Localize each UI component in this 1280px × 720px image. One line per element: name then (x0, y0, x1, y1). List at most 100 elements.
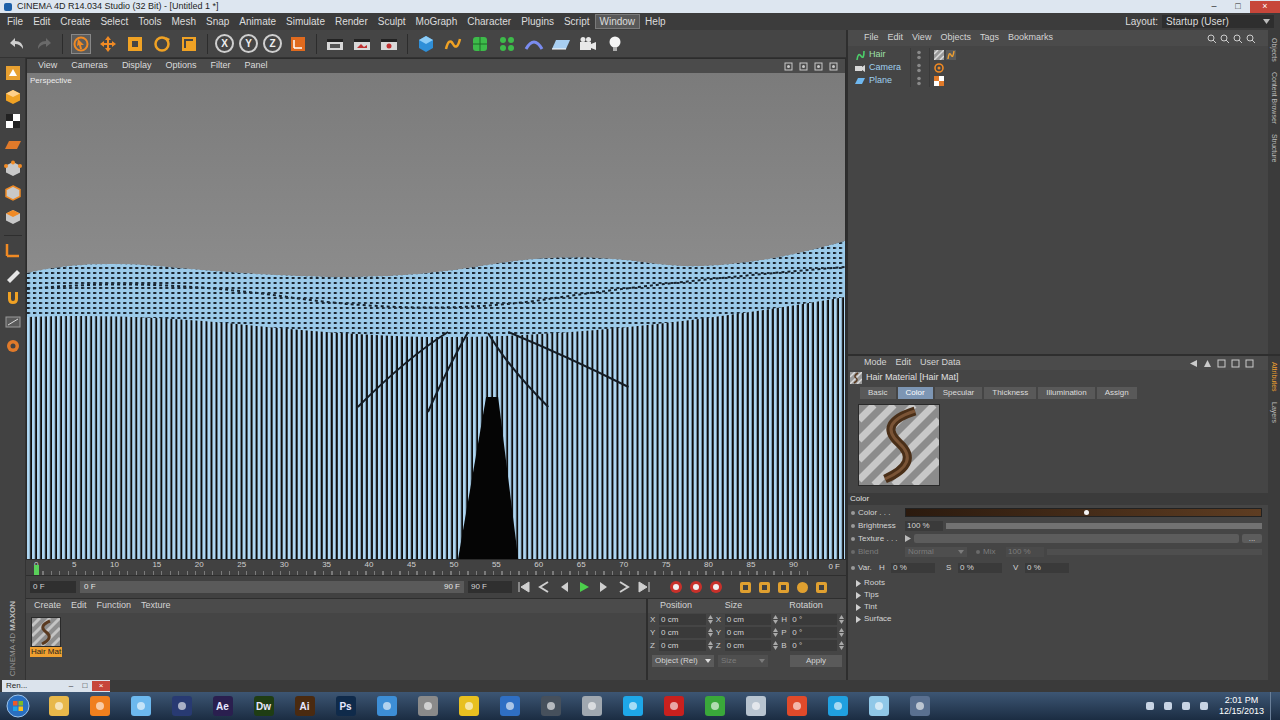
taskbar-app[interactable] (38, 696, 79, 716)
material-menu-item[interactable]: Function (93, 599, 136, 613)
previous-key-icon[interactable] (536, 580, 552, 594)
taskbar-app[interactable]: Dw (243, 696, 284, 716)
start-button[interactable] (6, 694, 30, 718)
taskbar-app[interactable] (161, 696, 202, 716)
light-icon[interactable] (604, 33, 626, 55)
viewport-menu-item[interactable]: Options (160, 59, 201, 73)
axis-lock-button[interactable]: Z (263, 34, 282, 53)
variation-value[interactable]: 0 % (1025, 563, 1069, 573)
next-frame-icon[interactable] (596, 580, 612, 594)
side-tab[interactable]: Attributes (1269, 362, 1279, 392)
snap-icon[interactable] (2, 287, 23, 308)
minimize-button[interactable]: – (64, 681, 78, 691)
object-row[interactable]: Camera (848, 61, 1268, 74)
points-mode-icon[interactable] (2, 158, 23, 179)
edges-mode-icon[interactable] (2, 182, 23, 203)
coordinate-value[interactable]: 0 cm (725, 627, 772, 638)
taskbar-app[interactable] (612, 696, 653, 716)
group-row[interactable]: Roots (848, 577, 1268, 589)
expand-arrow-icon[interactable] (856, 604, 861, 611)
app-icon[interactable] (582, 696, 602, 716)
menu-item[interactable]: Character (462, 14, 516, 29)
texture-browse-button[interactable]: ... (1242, 534, 1262, 543)
back-icon[interactable] (1187, 359, 1200, 368)
tray-arrow-icon[interactable] (1141, 700, 1159, 712)
go-to-start-icon[interactable] (516, 580, 532, 594)
object-name[interactable]: Hair (866, 48, 910, 62)
coordinate-field[interactable]: Z0 cm (650, 640, 713, 652)
app-icon[interactable]: Dw (254, 696, 274, 716)
group-row[interactable]: Tips (848, 589, 1268, 601)
app-icon[interactable] (828, 696, 848, 716)
app-icon[interactable]: Ai (295, 696, 315, 716)
autokey-icon[interactable] (688, 580, 704, 594)
app-icon[interactable] (664, 696, 684, 716)
menu-item[interactable]: File (2, 14, 28, 29)
attribute-tab[interactable]: Illumination (1038, 387, 1094, 399)
app-icon[interactable] (623, 696, 643, 716)
texture-menu-icon[interactable] (905, 535, 911, 542)
scale-key-icon[interactable] (757, 581, 772, 594)
object-row[interactable]: Plane (848, 74, 1268, 87)
taskbar-app[interactable] (776, 696, 817, 716)
coordinate-value[interactable]: 0 cm (659, 640, 706, 651)
color-gradient[interactable] (905, 508, 1262, 517)
app-icon[interactable] (90, 696, 110, 716)
coordinate-field[interactable]: Z0 cm (716, 640, 779, 652)
show-desktop-button[interactable] (1270, 692, 1280, 720)
coordinate-field[interactable]: P0 ° (781, 627, 844, 639)
planar-workplane-icon[interactable] (2, 335, 23, 356)
attribute-menu-item[interactable]: Edit (892, 356, 916, 370)
spline-pen-icon[interactable] (442, 33, 464, 55)
rotate-icon[interactable] (151, 33, 173, 55)
attribute-menu-item[interactable]: User Data (916, 356, 965, 370)
app-icon[interactable]: Ps (336, 696, 356, 716)
coordinate-field[interactable]: Y0 cm (650, 627, 713, 639)
taskbar-app[interactable] (79, 696, 120, 716)
taskbar-app[interactable] (858, 696, 899, 716)
expand-arrow-icon[interactable] (856, 580, 861, 587)
attribute-menu-item[interactable]: Mode (860, 356, 891, 370)
taskbar-app[interactable]: Ai (284, 696, 325, 716)
object-menu-item[interactable]: Objects (936, 31, 975, 45)
coordinate-field[interactable]: B0 ° (781, 640, 844, 652)
material-menu-item[interactable]: Edit (67, 599, 91, 613)
variation-value[interactable]: 0 % (958, 563, 1002, 573)
keyframe-selection-icon[interactable] (708, 580, 724, 594)
coordinate-value[interactable]: 0 cm (725, 614, 772, 625)
axis-lock-button[interactable]: X (215, 34, 234, 53)
up-icon[interactable] (1201, 359, 1214, 368)
coordinate-value[interactable]: 0 cm (725, 640, 772, 651)
parameter-key-icon[interactable] (795, 581, 810, 594)
move-icon[interactable] (97, 33, 119, 55)
taskbar-app[interactable]: Ae (202, 696, 243, 716)
range-slider[interactable]: 0 F90 F (80, 581, 464, 593)
brightness-value[interactable]: 100 % (905, 521, 943, 531)
coordinate-field[interactable]: X0 cm (716, 614, 779, 626)
variation-value[interactable]: 0 % (891, 563, 935, 573)
array-icon[interactable] (496, 33, 518, 55)
material-menu-item[interactable]: Texture (137, 599, 175, 613)
attribute-tab[interactable]: Thickness (984, 387, 1036, 399)
recent-tool-icon[interactable] (178, 33, 200, 55)
app-icon[interactable] (910, 696, 930, 716)
coordinate-value[interactable]: 0 cm (659, 614, 706, 625)
visibility-dots-icon[interactable] (915, 63, 923, 73)
spinner-icon[interactable] (773, 628, 778, 637)
group-row[interactable]: Surface (848, 613, 1268, 625)
brightness-slider[interactable] (946, 523, 1262, 529)
texture-mode-icon[interactable] (2, 110, 23, 131)
visibility-dots-icon[interactable] (915, 50, 923, 60)
camera-icon[interactable] (577, 33, 599, 55)
material-item[interactable]: Hair Mat (28, 617, 64, 657)
visibility-dots-icon[interactable] (915, 76, 923, 86)
new-manager-icon[interactable] (1243, 359, 1256, 368)
workplane-icon[interactable] (2, 134, 23, 155)
taskbar-app[interactable] (694, 696, 735, 716)
object-menu-item[interactable]: Edit (884, 31, 908, 45)
new-view-icon[interactable] (1231, 34, 1243, 43)
material-tag-icon[interactable] (934, 50, 944, 60)
object-row[interactable]: Hair (848, 48, 1268, 61)
spinner-icon[interactable] (773, 641, 778, 650)
app-icon[interactable] (172, 696, 192, 716)
